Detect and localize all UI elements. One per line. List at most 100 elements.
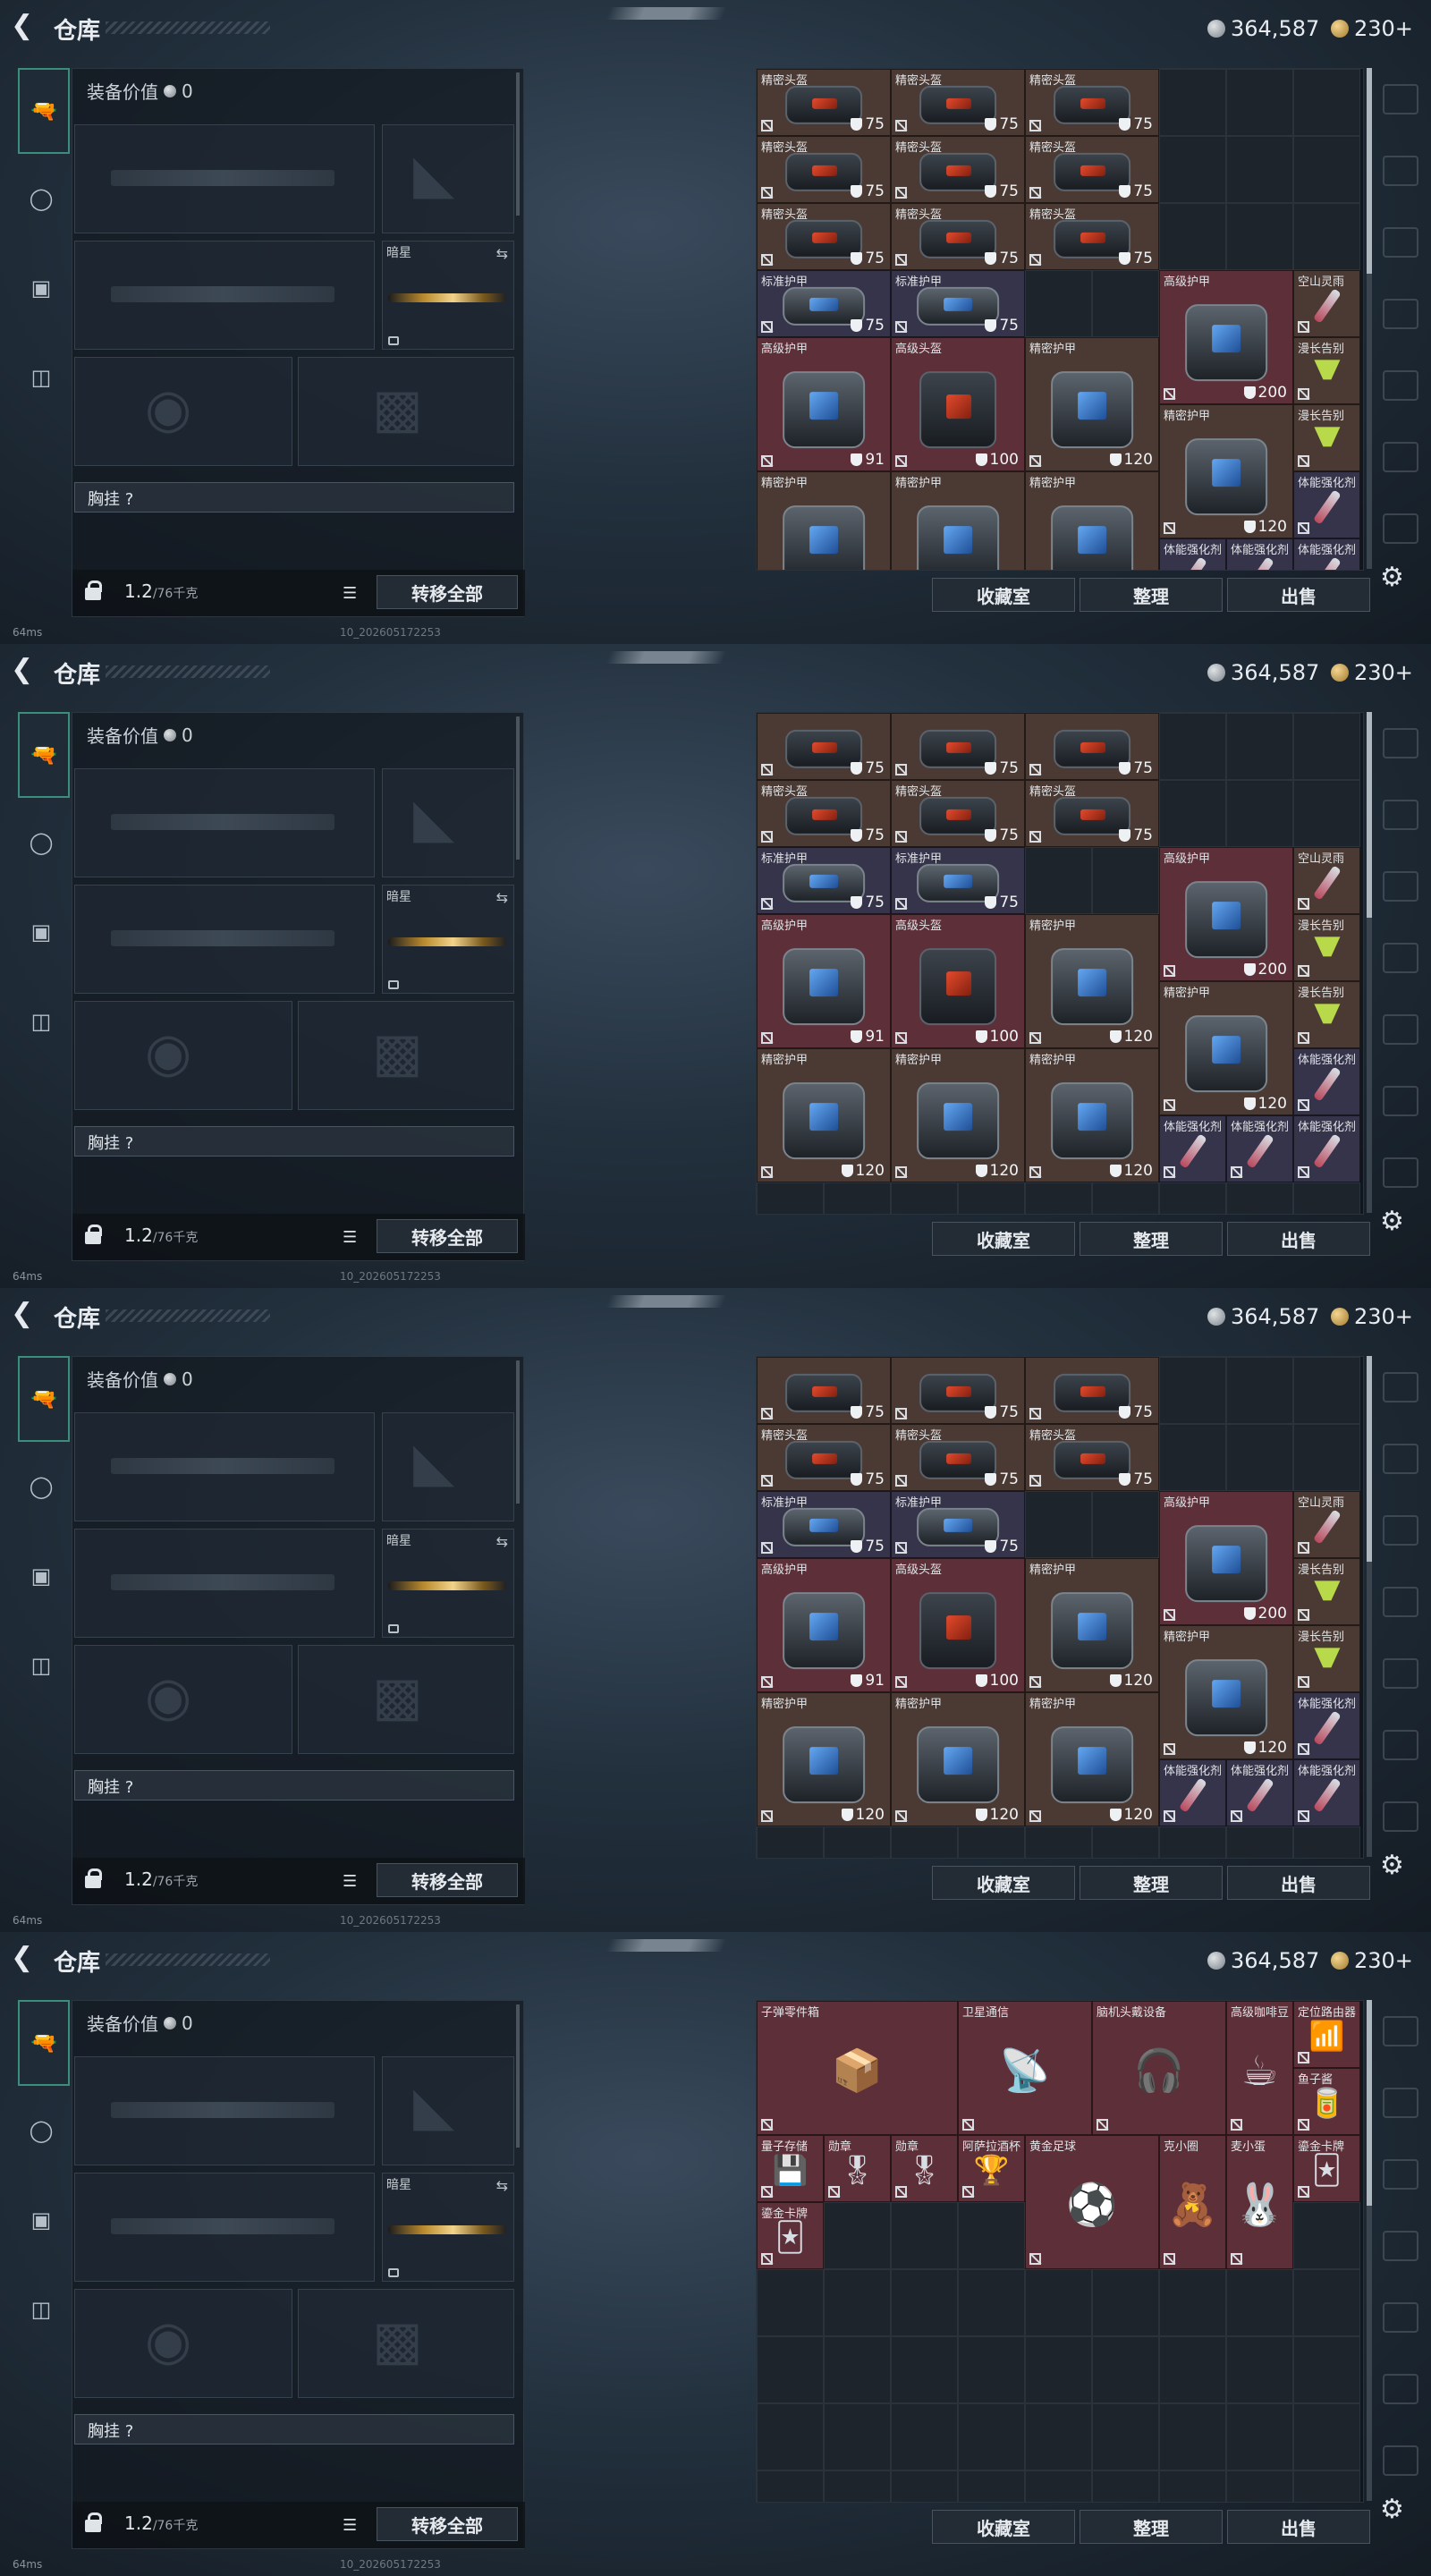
- inventory-item[interactable]: 体能强化剂: [1293, 1115, 1360, 1182]
- inventory-item[interactable]: 精密头盔 75: [1025, 69, 1159, 136]
- empty-grid-cell[interactable]: [1293, 2336, 1360, 2403]
- inventory-item[interactable]: 75: [891, 713, 1025, 780]
- inventory-item[interactable]: 标准护甲 75: [757, 270, 891, 337]
- inventory-item[interactable]: 精密头盔 75: [1025, 136, 1159, 203]
- inventory-item[interactable]: 高级护甲 200: [1159, 1491, 1293, 1625]
- collection-room-button[interactable]: 收藏室: [932, 1222, 1075, 1256]
- empty-grid-cell[interactable]: [1025, 847, 1092, 914]
- inventory-item[interactable]: 🧸 克小圈: [1159, 2135, 1226, 2269]
- inventory-item[interactable]: 精密护甲: [1025, 471, 1159, 570]
- equipped-weapon-slot[interactable]: 暗星 ⇆: [382, 241, 514, 350]
- nav-weapons-icon[interactable]: 🔫: [18, 1356, 70, 1442]
- transfer-all-button[interactable]: 转移全部: [377, 2507, 518, 2541]
- inventory-item[interactable]: 💾 量子存储: [757, 2135, 824, 2202]
- inventory-item[interactable]: 体能强化剂: [1226, 538, 1293, 570]
- collection-room-button[interactable]: 收藏室: [932, 1866, 1075, 1900]
- empty-grid-cell[interactable]: [757, 2403, 824, 2470]
- inventory-item[interactable]: 精密护甲 120: [757, 1048, 891, 1182]
- loadout-scrollbar[interactable]: [516, 2004, 520, 2148]
- inventory-item[interactable]: 高级头盔 100: [891, 337, 1025, 471]
- empty-grid-cell[interactable]: [1092, 2336, 1159, 2403]
- helmet-slot[interactable]: ◉: [74, 1001, 292, 1110]
- swap-icon[interactable]: ⇆: [496, 1533, 508, 1550]
- nav-consumables-icon[interactable]: ▣: [20, 267, 63, 309]
- empty-grid-cell[interactable]: [1226, 780, 1293, 847]
- inventory-item[interactable]: 精密头盔 75: [1025, 1424, 1159, 1491]
- inventory-item[interactable]: 空山灵雨: [1293, 847, 1360, 914]
- inventory-item[interactable]: ⚽ 黄金足球: [1025, 2135, 1159, 2269]
- transfer-all-button[interactable]: 转移全部: [377, 575, 518, 609]
- back-arrow-icon[interactable]: ❮: [11, 1945, 41, 1975]
- empty-grid-cell[interactable]: [1159, 780, 1226, 847]
- empty-grid-cell[interactable]: [891, 1826, 958, 1858]
- gear-icon[interactable]: ⚙: [1380, 562, 1404, 593]
- nav-consumables-icon[interactable]: ▣: [20, 2199, 63, 2241]
- empty-grid-cell[interactable]: [1025, 2403, 1092, 2470]
- empty-grid-cell[interactable]: [1226, 2336, 1293, 2403]
- empty-grid-cell[interactable]: [1226, 2269, 1293, 2336]
- empty-grid-cell[interactable]: [1159, 1182, 1226, 1214]
- nav-briefcase-icon[interactable]: ◫: [20, 2288, 63, 2331]
- inventory-item[interactable]: 🏆 阿萨拉酒杯: [958, 2135, 1025, 2202]
- inventory-item[interactable]: 精密头盔 75: [757, 69, 891, 136]
- empty-grid-cell[interactable]: [824, 2269, 891, 2336]
- inventory-item[interactable]: 🎧 脑机头戴设备: [1092, 2001, 1226, 2135]
- empty-grid-cell[interactable]: [1159, 713, 1226, 780]
- stash-tab-icon[interactable]: [1383, 800, 1418, 830]
- stash-tab-icon[interactable]: [1383, 1444, 1418, 1474]
- primary-weapon-slot[interactable]: [74, 1412, 375, 1521]
- silver-currency[interactable]: 364,587: [1207, 660, 1319, 685]
- empty-grid-cell[interactable]: [1293, 2269, 1360, 2336]
- inventory-item[interactable]: 体能强化剂: [1226, 1759, 1293, 1826]
- back-arrow-icon[interactable]: ❮: [11, 1301, 41, 1331]
- inventory-item[interactable]: 精密头盔 75: [757, 203, 891, 270]
- primary-weapon-slot[interactable]: [74, 768, 375, 877]
- inventory-item[interactable]: 精密护甲 120: [1159, 981, 1293, 1115]
- armor-slot[interactable]: ▩: [298, 1001, 514, 1110]
- empty-grid-cell[interactable]: [1092, 2470, 1159, 2502]
- inventory-item[interactable]: 漫长告别: [1293, 1558, 1360, 1625]
- inventory-item[interactable]: 精密护甲 120: [891, 1048, 1025, 1182]
- stash-tab-icon[interactable]: [1383, 2159, 1418, 2190]
- loadout-scrollbar[interactable]: [516, 716, 520, 860]
- inventory-item[interactable]: 75: [1025, 713, 1159, 780]
- gold-currency[interactable]: 230+: [1331, 1948, 1413, 1973]
- inventory-item[interactable]: 75: [757, 713, 891, 780]
- nav-briefcase-icon[interactable]: ◫: [20, 1000, 63, 1043]
- empty-grid-cell[interactable]: [824, 1182, 891, 1214]
- empty-grid-cell[interactable]: [824, 2202, 891, 2269]
- empty-grid-cell[interactable]: [1159, 2470, 1226, 2502]
- stash-tab-icon[interactable]: [1383, 728, 1418, 758]
- empty-grid-cell[interactable]: [1226, 1826, 1293, 1858]
- inventory-item[interactable]: 体能强化剂: [1293, 1692, 1360, 1759]
- sort-button[interactable]: 整理: [1080, 1866, 1223, 1900]
- empty-grid-cell[interactable]: [1159, 1424, 1226, 1491]
- inventory-item[interactable]: 75: [757, 1357, 891, 1424]
- inventory-item[interactable]: 🐰 麦小蛋: [1226, 2135, 1293, 2269]
- stash-tab-icon[interactable]: [1383, 84, 1418, 114]
- transfer-all-button[interactable]: 转移全部: [377, 1219, 518, 1253]
- nav-armor-icon[interactable]: ◯: [20, 177, 63, 220]
- inventory-item[interactable]: 精密头盔 75: [757, 1424, 891, 1491]
- inventory-item[interactable]: 75: [891, 1357, 1025, 1424]
- gold-currency[interactable]: 230+: [1331, 16, 1413, 41]
- empty-grid-cell[interactable]: [1092, 270, 1159, 337]
- empty-grid-cell[interactable]: [891, 2202, 958, 2269]
- swap-icon[interactable]: ⇆: [496, 245, 508, 262]
- inventory-item[interactable]: 精密头盔 75: [1025, 203, 1159, 270]
- padlock-icon[interactable]: [85, 2512, 102, 2532]
- empty-grid-cell[interactable]: [1226, 1182, 1293, 1214]
- empty-grid-cell[interactable]: [1159, 2269, 1226, 2336]
- armor-slot[interactable]: ▩: [298, 2289, 514, 2398]
- inventory-item[interactable]: 精密头盔 75: [1025, 780, 1159, 847]
- primary-weapon-slot[interactable]: [74, 124, 375, 233]
- nav-armor-icon[interactable]: ◯: [20, 1465, 63, 1508]
- inventory-item[interactable]: 精密护甲 120: [1025, 1692, 1159, 1826]
- empty-grid-cell[interactable]: [1025, 2269, 1092, 2336]
- stash-tab-icon[interactable]: [1383, 2445, 1418, 2476]
- primary-weapon-slot[interactable]: [74, 2056, 375, 2165]
- inventory-item[interactable]: 精密头盔 75: [757, 136, 891, 203]
- loadout-scrollbar[interactable]: [516, 72, 520, 216]
- chest-rig-slot[interactable]: 胸挂 ?: [74, 482, 514, 513]
- inventory-item[interactable]: 精密头盔 75: [891, 69, 1025, 136]
